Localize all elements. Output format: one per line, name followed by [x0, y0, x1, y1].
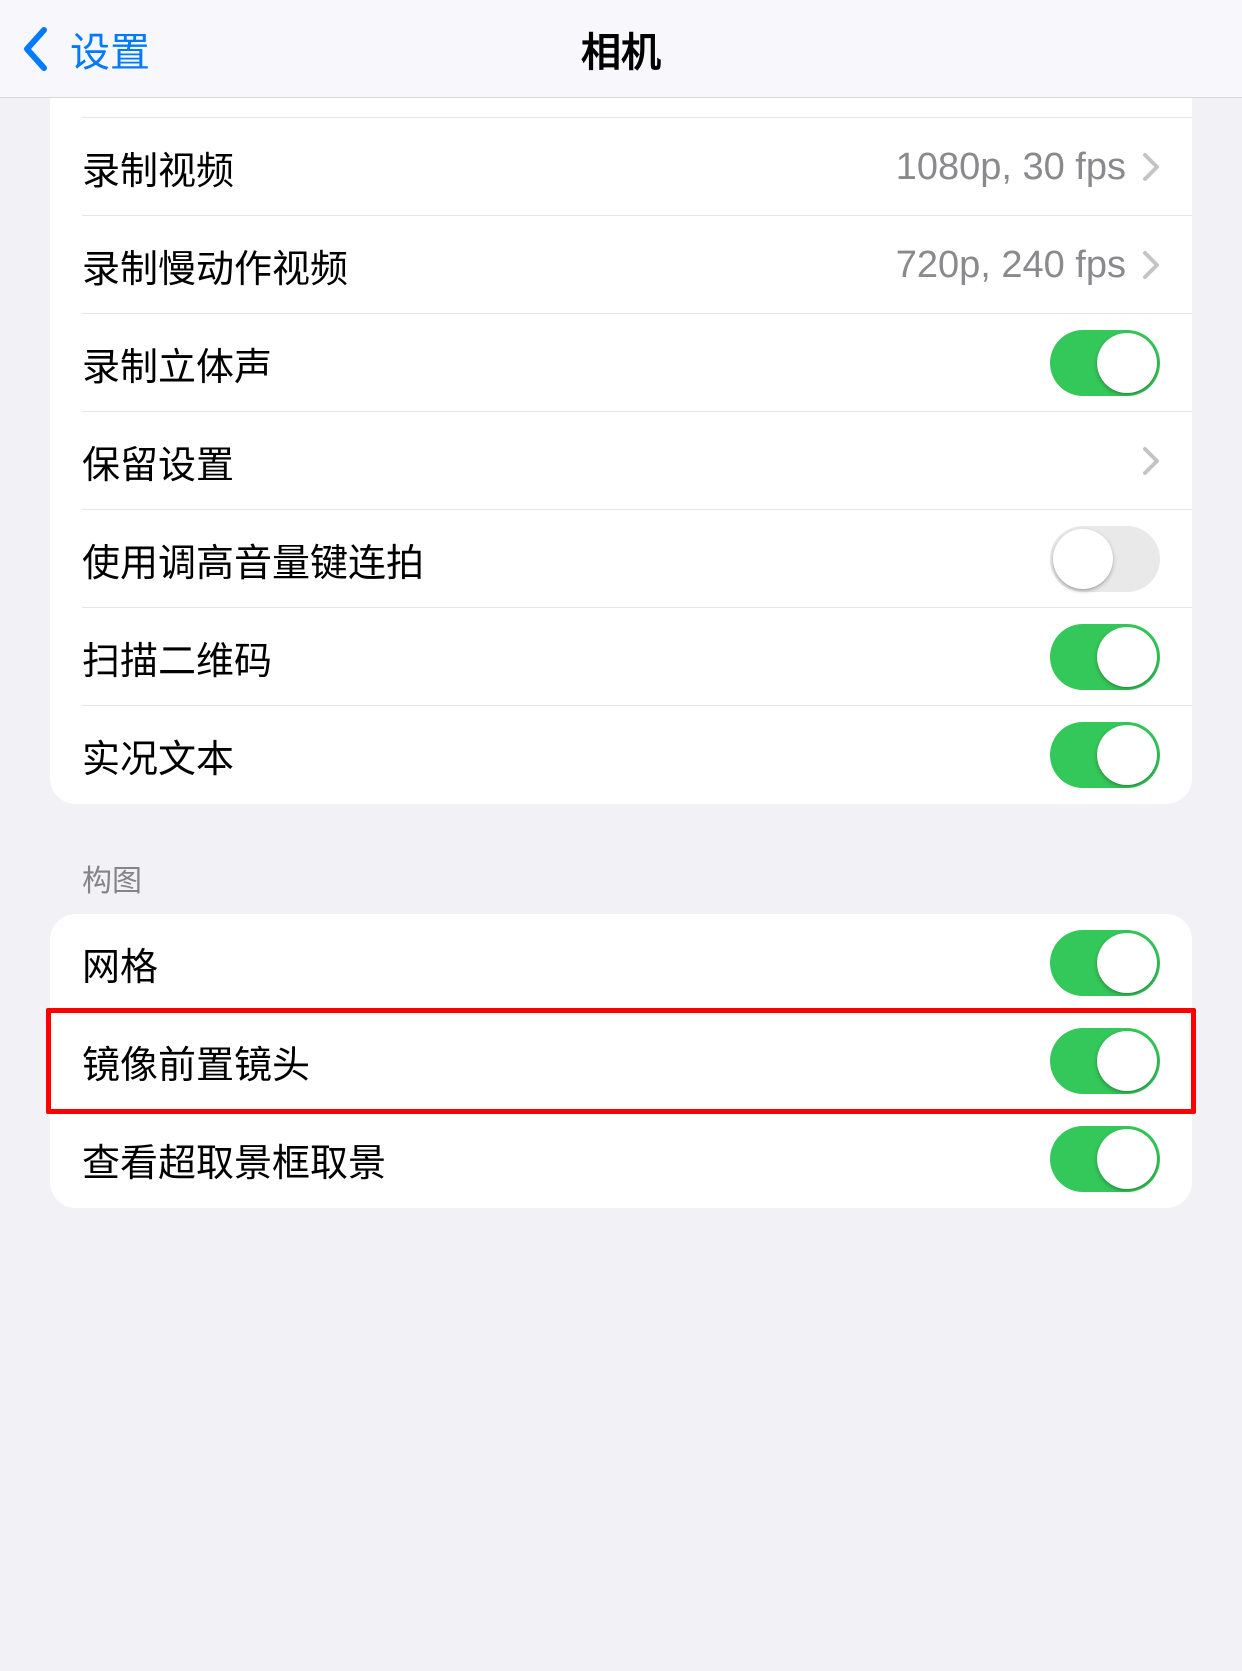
chevron-right-icon: [1142, 446, 1160, 476]
row-label: 网格: [82, 936, 158, 991]
row-label: 录制立体声: [82, 336, 272, 391]
page-title: 相机: [581, 20, 661, 78]
row-live-text: 实况文本: [50, 706, 1192, 804]
group-header-composition: 构图: [82, 856, 1160, 900]
row-mirror-front-camera: 镜像前置镜头: [50, 1012, 1192, 1110]
row-view-outside-frame: 查看超取景框取景: [50, 1110, 1192, 1208]
row-label: 查看超取景框取景: [82, 1132, 386, 1187]
chevron-right-icon: [1142, 250, 1160, 280]
row-value: 1080p, 30 fps: [896, 146, 1126, 189]
content: 录制视频 1080p, 30 fps 录制慢动作视频 720p, 240 fps…: [0, 98, 1242, 1208]
switch-stereo-sound[interactable]: [1050, 330, 1160, 396]
nav-bar: 设置 相机: [0, 0, 1242, 98]
row-label: 镜像前置镜头: [82, 1034, 310, 1089]
row-label: 保留设置: [82, 434, 234, 489]
settings-group-1: 录制视频 1080p, 30 fps 录制慢动作视频 720p, 240 fps…: [50, 98, 1192, 804]
row-stereo-sound: 录制立体声: [50, 314, 1192, 412]
row-label: 使用调高音量键连拍: [82, 532, 424, 587]
row-record-video[interactable]: 录制视频 1080p, 30 fps: [50, 118, 1192, 216]
row-value: 720p, 240 fps: [896, 244, 1126, 287]
chevron-left-icon: [22, 27, 48, 71]
row-label: 扫描二维码: [82, 630, 272, 685]
switch-grid[interactable]: [1050, 930, 1160, 996]
chevron-right-icon: [1142, 152, 1160, 182]
row-scan-qr: 扫描二维码: [50, 608, 1192, 706]
switch-mirror-front-camera[interactable]: [1050, 1028, 1160, 1094]
row-grid: 网格: [50, 914, 1192, 1012]
row-label: 实况文本: [82, 728, 234, 783]
row-label: 录制视频: [82, 140, 234, 195]
switch-view-outside-frame[interactable]: [1050, 1126, 1160, 1192]
row-label: 录制慢动作视频: [82, 238, 348, 293]
back-button[interactable]: 设置: [22, 20, 150, 78]
row-volume-burst: 使用调高音量键连拍: [50, 510, 1192, 608]
back-label: 设置: [70, 20, 150, 78]
settings-group-composition: 网格 镜像前置镜头 查看超取景框取景: [50, 914, 1192, 1208]
switch-volume-burst[interactable]: [1050, 526, 1160, 592]
switch-scan-qr[interactable]: [1050, 624, 1160, 690]
row-preserve-settings[interactable]: 保留设置: [50, 412, 1192, 510]
switch-live-text[interactable]: [1050, 722, 1160, 788]
row-record-slomo[interactable]: 录制慢动作视频 720p, 240 fps: [50, 216, 1192, 314]
